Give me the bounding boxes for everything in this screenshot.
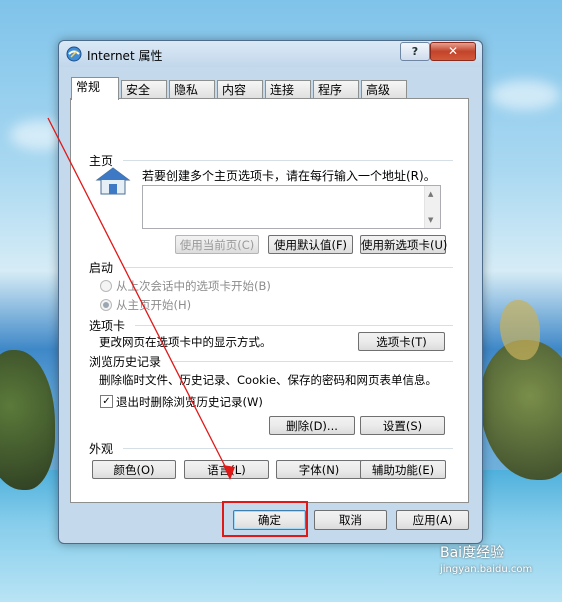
baidu-logo-text: Bai度经验 <box>440 545 505 561</box>
baidu-url: jingyan.baidu.com <box>440 564 533 575</box>
tab-general[interactable]: 常规 <box>71 77 119 100</box>
baidu-watermark: Bai度经验 jingyan.baidu.com <box>440 542 532 575</box>
ok-button-highlight-box <box>222 501 308 537</box>
